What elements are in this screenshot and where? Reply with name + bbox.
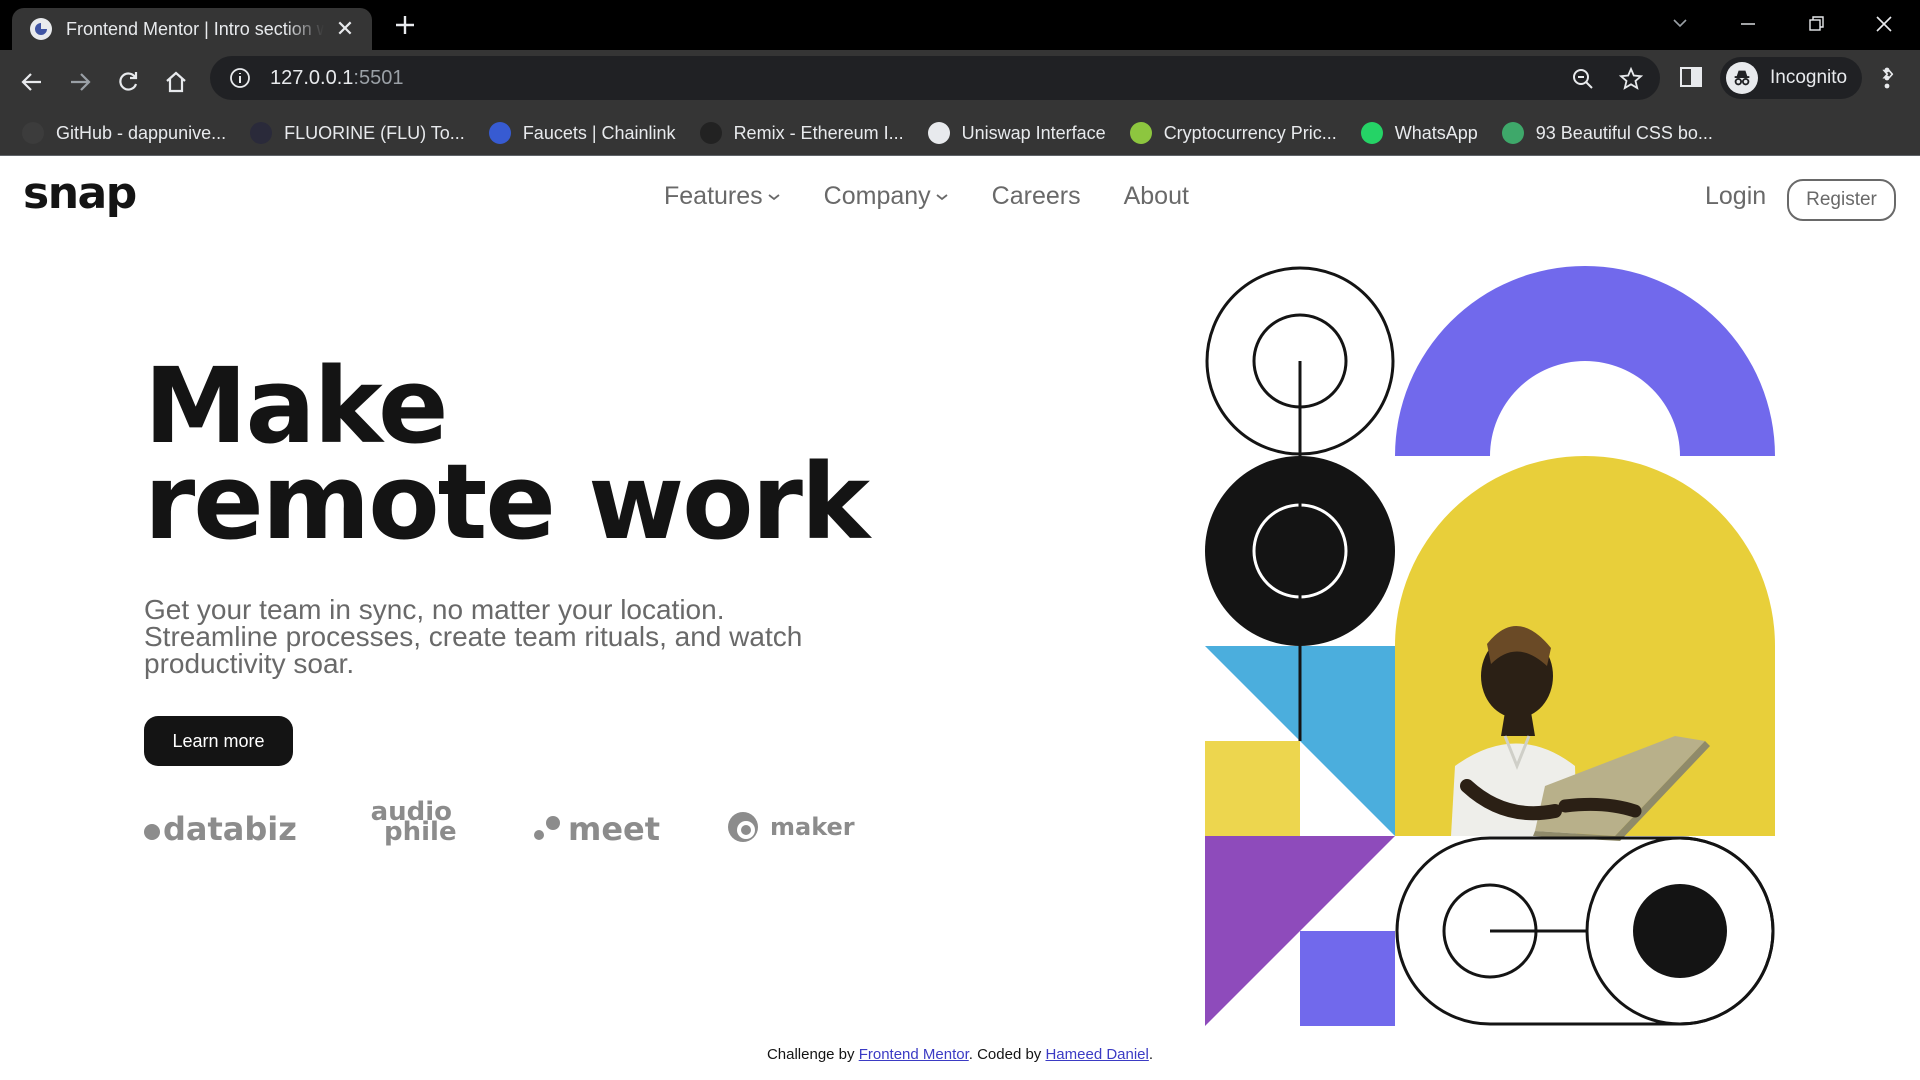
meet-text: meet: [568, 810, 661, 848]
audiophile-bottom-text: phile: [384, 817, 457, 847]
bookmark-star-icon[interactable]: [1618, 66, 1644, 92]
main-nav: Features Company Careers About: [664, 182, 1232, 211]
bookmark-item[interactable]: GitHub - dappunive...: [22, 122, 226, 144]
browser-toolbar: 127.0.0.1 :5501 Incognito GitHub - dappu…: [0, 50, 1920, 156]
bookmark-item[interactable]: FLUORINE (FLU) To...: [250, 122, 465, 144]
bookmark-label: Cryptocurrency Pric...: [1163, 122, 1337, 143]
footer-prefix: Challenge by: [766, 1046, 859, 1063]
footer-attribution: Challenge by Frontend Mentor. Coded by H…: [0, 1046, 1920, 1063]
bookmark-label: Uniswap Interface: [961, 122, 1106, 143]
address-bar[interactable]: 127.0.0.1 :5501: [210, 56, 1660, 100]
bookmarks-bar: GitHub - dappunive... FLUORINE (FLU) To..…: [0, 110, 1920, 156]
learn-more-button[interactable]: Learn more: [144, 716, 293, 766]
bookmark-item[interactable]: WhatsApp: [1360, 122, 1478, 144]
url-host: 127.0.0.1: [270, 66, 354, 89]
bookmarks-overflow-icon[interactable]: »: [1882, 60, 1894, 86]
tab-search-icon[interactable]: [1660, 6, 1700, 42]
reload-icon[interactable]: [108, 62, 148, 102]
bookmark-label: WhatsApp: [1394, 122, 1478, 143]
chevron-down-icon: [936, 193, 948, 200]
url-port: :5501: [353, 66, 404, 89]
bookmark-label: 93 Beautiful CSS bo...: [1535, 122, 1713, 143]
web-page: snap Features Company Careers About Logi…: [0, 156, 1920, 1080]
meet-logo: meet: [534, 810, 660, 848]
bookmark-label: Remix - Ethereum I...: [733, 122, 904, 143]
nav-features[interactable]: Features: [664, 182, 781, 211]
frontend-mentor-favicon-icon: [30, 18, 52, 40]
new-tab-icon[interactable]: [390, 10, 420, 40]
bookmark-label: Faucets | Chainlink: [522, 122, 676, 143]
footer-mid: . Coded by: [968, 1046, 1046, 1063]
incognito-profile-button[interactable]: Incognito: [1720, 57, 1862, 99]
bookmark-favicon-icon: [1129, 122, 1152, 144]
bookmark-favicon-icon: [699, 122, 722, 144]
register-button[interactable]: Register: [1787, 179, 1896, 221]
hero-title: Make remote work: [144, 354, 870, 554]
bookmark-item[interactable]: Uniswap Interface: [927, 122, 1106, 144]
maker-logo: maker: [726, 810, 855, 844]
back-icon[interactable]: [12, 62, 52, 102]
bookmark-favicon-icon: [22, 122, 44, 144]
footer-suffix: .: [1148, 1046, 1154, 1063]
databiz-logo: databiz: [144, 810, 297, 848]
meet-dot-large-icon: [546, 816, 560, 830]
bookmark-item[interactable]: 93 Beautiful CSS bo...: [1501, 122, 1713, 144]
maker-text: maker: [770, 813, 855, 841]
hero-illustration: [1205, 266, 1775, 1026]
browser-tab[interactable]: Frontend Mentor | Intro section w ✕: [12, 8, 372, 50]
restore-icon[interactable]: [1796, 6, 1836, 42]
databiz-text: databiz: [163, 810, 297, 848]
hero-subtitle: Get your team in sync, no matter your lo…: [144, 594, 803, 679]
bookmark-favicon-icon: [488, 122, 511, 144]
close-window-icon[interactable]: [1864, 6, 1904, 42]
zoom-icon[interactable]: [1570, 66, 1596, 92]
audiophile-logo: audio phile: [366, 799, 457, 847]
browser-tab-bar: Frontend Mentor | Intro section w ✕: [0, 0, 1920, 50]
minimize-icon[interactable]: [1728, 6, 1768, 42]
nav-about[interactable]: About: [1124, 182, 1189, 211]
bookmark-label: FLUORINE (FLU) To...: [284, 122, 465, 143]
hero-title-line2: remote work: [144, 441, 870, 563]
tab-close-icon[interactable]: ✕: [332, 16, 358, 42]
nav-careers[interactable]: Careers: [992, 182, 1081, 211]
incognito-icon: [1726, 62, 1758, 94]
forward-icon[interactable]: [60, 62, 100, 102]
bookmark-item[interactable]: Remix - Ethereum I...: [699, 122, 904, 144]
footer-link-frontend-mentor[interactable]: Frontend Mentor: [859, 1046, 969, 1063]
meet-dot-small-icon: [534, 830, 544, 840]
side-panel-icon[interactable]: [1678, 64, 1704, 90]
bookmark-label: GitHub - dappunive...: [56, 122, 227, 143]
home-icon[interactable]: [156, 62, 196, 102]
profile-label: Incognito: [1770, 67, 1848, 88]
snap-logo[interactable]: snap: [23, 168, 137, 219]
site-info-icon[interactable]: [228, 66, 252, 90]
nav-company-label: Company: [823, 182, 931, 210]
bookmark-favicon-icon: [250, 122, 273, 144]
bookmark-favicon-icon: [1501, 122, 1524, 144]
maker-mark-icon: [728, 812, 758, 842]
art-purple-square: [1300, 931, 1395, 1026]
databiz-dot-icon: [144, 824, 160, 840]
art-yellow-square: [1205, 741, 1300, 836]
bookmark-item[interactable]: Faucets | Chainlink: [488, 122, 676, 144]
login-link[interactable]: Login: [1705, 182, 1766, 211]
art-black-dot: [1633, 884, 1727, 978]
bookmark-favicon-icon: [927, 122, 950, 144]
tab-title: Frontend Mentor | Intro section w: [66, 18, 324, 39]
nav-features-label: Features: [664, 182, 763, 210]
art-purple-arch: [1395, 266, 1775, 456]
bookmark-favicon-icon: [1360, 122, 1383, 144]
bookmark-item[interactable]: Cryptocurrency Pric...: [1129, 122, 1337, 144]
chevron-down-icon: [768, 193, 780, 200]
footer-link-author[interactable]: Hameed Daniel: [1045, 1046, 1148, 1063]
nav-company[interactable]: Company: [824, 182, 949, 211]
